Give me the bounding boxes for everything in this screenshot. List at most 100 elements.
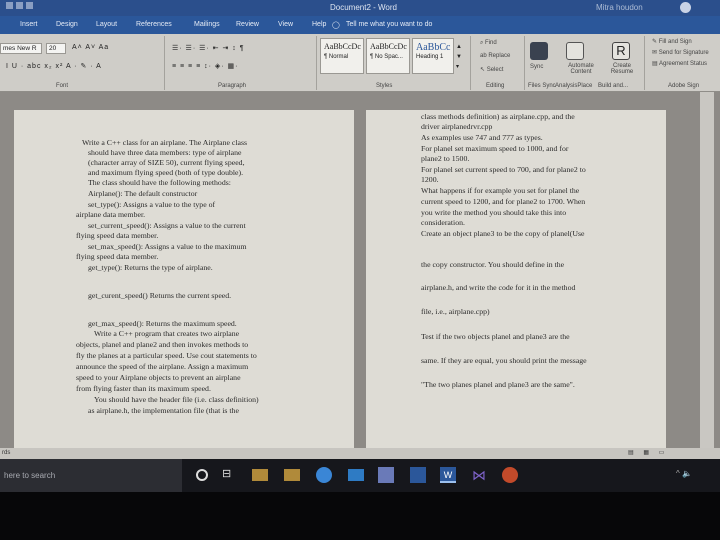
text-line: Airplane(): The default constructor — [88, 189, 198, 198]
word-count[interactable]: rds — [2, 450, 10, 456]
text-line: from flying faster than its maximum spee… — [76, 384, 211, 393]
automate-content-label: Automate Content — [568, 63, 594, 75]
text-line: flying speed data member. — [76, 252, 159, 261]
text-line: For planel set current speed to 700, and… — [421, 165, 586, 174]
tab-layout[interactable]: Layout — [96, 21, 117, 28]
send-for-signature-button[interactable]: ✉ Send for Signature — [652, 49, 709, 56]
quick-access-toolbar[interactable] — [6, 2, 46, 12]
text-line: Test if the two objects planel and plane… — [421, 332, 570, 341]
align-buttons[interactable]: ≡ ≡ ≡ ≡ ↕· ◈· ▦· — [172, 62, 239, 70]
file-explorer-icon[interactable] — [252, 469, 268, 481]
tab-help[interactable]: Help — [312, 21, 326, 28]
tab-view[interactable]: View — [278, 21, 293, 28]
style-no-spacing[interactable]: AaBbCcDc ¶ No Spac... — [366, 38, 410, 74]
text-line: What happens if for example you set for … — [421, 186, 580, 195]
build-label: Build and... — [598, 83, 629, 89]
edge-icon[interactable] — [316, 467, 332, 483]
user-name[interactable]: Mitra houdon — [596, 3, 643, 12]
text-line: announce the speed of the airplane. Assi… — [76, 362, 249, 371]
lightbulb-icon: ◯ — [332, 22, 340, 29]
tell-me-box[interactable]: Tell me what you want to do — [346, 21, 432, 28]
text-line: As examples use 747 and 777 as types. — [421, 133, 543, 142]
text-line: plane2 to 1500. — [421, 154, 470, 163]
text-line: Create an object plane3 to be the copy o… — [421, 229, 585, 238]
folder-icon[interactable] — [284, 469, 300, 481]
avatar[interactable] — [680, 2, 691, 13]
text-line: speed to your Airplane objects to preven… — [76, 373, 241, 382]
resume-icon[interactable]: R — [612, 42, 630, 60]
styles-group-label: Styles — [376, 83, 393, 89]
store-icon[interactable] — [348, 469, 364, 481]
outlook-icon[interactable] — [410, 467, 426, 483]
document-area: Write a C++ class for an airplane. The A… — [0, 92, 720, 448]
divider — [316, 36, 317, 90]
text-line: airplane data member. — [76, 210, 146, 219]
taskbar-search[interactable]: here to search — [0, 459, 182, 492]
font-name-box[interactable]: mes New R — [0, 43, 42, 54]
grow-font-button[interactable]: A˄ A˅ Aa — [72, 44, 109, 51]
page-2[interactable]: class methods definition) as airplane.cp… — [366, 110, 666, 448]
tab-mailings[interactable]: Mailings — [194, 21, 220, 28]
text-line: should have three data members: type of … — [88, 148, 242, 157]
text-line: set_current_speed(): Assigns a value to … — [88, 221, 246, 230]
text-line: as airplane.h, the implementation file (… — [88, 406, 239, 415]
style-heading-1[interactable]: AaBbCc Heading 1 — [412, 38, 454, 74]
text-line: fly the planes at a particular speed. Us… — [76, 351, 257, 360]
vertical-scrollbar[interactable] — [700, 92, 714, 448]
document-icon[interactable] — [566, 42, 584, 60]
view-buttons[interactable]: ▤ ▦ ▭ — [628, 449, 668, 456]
cortana-icon[interactable] — [196, 469, 208, 481]
text-line: Write a C++ program that creates two air… — [94, 329, 240, 338]
text-line: get_curent_speed() Returns the current s… — [88, 291, 232, 300]
ribbon-tabs: Insert Design Layout References Mailings… — [0, 16, 720, 34]
select-button[interactable]: ↖ Select — [480, 66, 503, 73]
text-line: class methods definition) as airplane.cp… — [421, 112, 575, 121]
tab-design[interactable]: Design — [56, 21, 78, 28]
task-view-icon[interactable]: ⊟ — [222, 467, 238, 483]
paragraph-group-label: Paragraph — [218, 83, 247, 89]
analysisplace-label: AnalysisPlace — [555, 83, 593, 89]
taskbar: here to search ⊟ W ⋈ ^ 🔈 — [0, 459, 720, 492]
text-line: driver airplanedrvr.cpp — [421, 122, 493, 131]
text-line: set_type(): Assigns a value to the type … — [88, 200, 216, 209]
screen-bezel — [0, 492, 720, 540]
status-bar: rds ▤ ▦ ▭ — [0, 448, 720, 459]
text-line: (character array of SIZE 50), current fl… — [88, 158, 245, 167]
style-normal[interactable]: AaBbCcDc ¶ Normal — [320, 38, 364, 74]
styles-scroll-buttons[interactable]: ▲ ▼ ▾ — [456, 42, 463, 72]
visual-studio-icon[interactable]: ⋈ — [472, 467, 488, 483]
text-line: objects, planel and plane2 and then invo… — [76, 340, 249, 349]
agreement-status-button[interactable]: ▤ Agreement Status — [652, 60, 707, 67]
font-size-box[interactable]: 20 — [46, 43, 66, 54]
divider — [470, 36, 471, 90]
system-tray-icons[interactable]: ^ 🔈 — [676, 469, 692, 478]
divider — [644, 36, 645, 90]
text-line: you write the method you should take thi… — [421, 208, 567, 217]
text-line: flying speed data member. — [76, 231, 159, 240]
files-sync-label: Files Sync — [528, 83, 556, 89]
text-line: and maximum flying speed (both of type d… — [88, 168, 244, 177]
text-line: file, i.e., airplane.cpp) — [421, 307, 490, 316]
list-buttons[interactable]: ☰· ☰· ☰· ⇤ ⇥ ↕ ¶ — [172, 44, 244, 52]
text-line: For planel set maximum speed to 1000, an… — [421, 144, 569, 153]
page-1[interactable]: Write a C++ class for an airplane. The A… — [14, 110, 354, 448]
text-line: "The two planes planel and plane3 are th… — [421, 380, 575, 389]
tab-insert[interactable]: Insert — [20, 21, 38, 28]
text-line: You should have the header file (i.e. cl… — [94, 395, 259, 404]
text-line: set_max_speed(): Assigns a value to the … — [88, 242, 247, 251]
sync-icon[interactable] — [530, 42, 548, 60]
word-icon[interactable]: W — [440, 467, 456, 483]
app-icon[interactable] — [378, 467, 394, 483]
font-format-buttons[interactable]: I U · abc x₂ x² A · ✎ · A — [6, 62, 102, 70]
text-line: same. If they are equal, you should prin… — [421, 356, 587, 365]
create-resume-label: Create Resume — [610, 63, 634, 75]
replace-button[interactable]: ab Replace — [480, 53, 510, 59]
tab-references[interactable]: References — [136, 21, 172, 28]
media-icon[interactable] — [502, 467, 518, 483]
find-button[interactable]: ⌕ Find — [480, 40, 497, 47]
fill-and-sign-button[interactable]: ✎ Fill and Sign — [652, 38, 692, 45]
divider — [164, 36, 165, 90]
ribbon: mes New R 20 A˄ A˅ Aa I U · abc x₂ x² A … — [0, 34, 720, 92]
editing-group-label: Editing — [486, 83, 505, 89]
tab-review[interactable]: Review — [236, 21, 259, 28]
